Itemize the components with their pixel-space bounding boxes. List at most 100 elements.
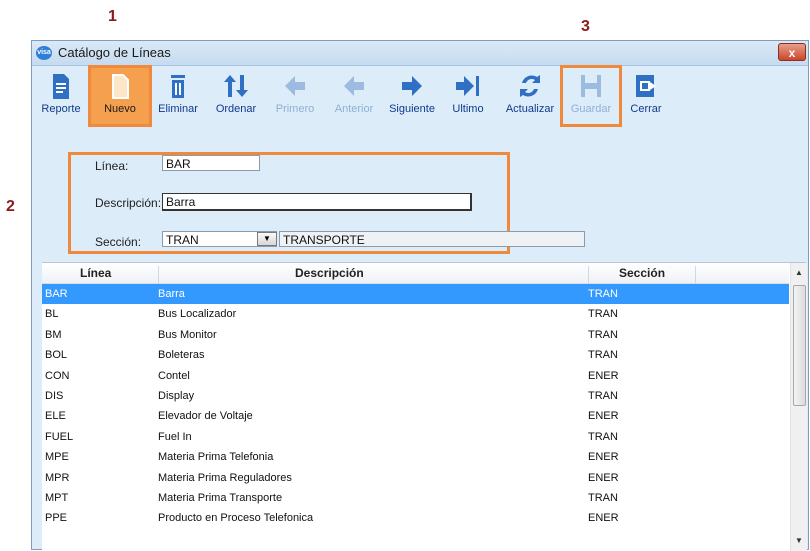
column-separator[interactable] xyxy=(588,266,589,286)
grid-rows: BAR Barra TRAN BL Bus Localizador TRAN BM Bus M… xyxy=(42,284,789,529)
save-disk-icon xyxy=(581,75,601,97)
cell-linea: BAR xyxy=(45,288,68,300)
seccion-label: Sección: xyxy=(95,235,142,249)
cell-seccion: TRAN xyxy=(588,491,618,504)
primero-button[interactable]: Primero xyxy=(272,69,318,123)
cell-seccion: ENER xyxy=(588,471,619,484)
first-arrow-icon xyxy=(285,76,305,96)
cell-linea: BL xyxy=(45,308,59,321)
cell-linea: BOL xyxy=(45,349,68,362)
siguiente-button[interactable]: Siguiente xyxy=(384,69,440,123)
cell-descripcion: Materia Prima Telefonia xyxy=(158,451,274,464)
chevron-down-icon[interactable]: ▼ xyxy=(257,232,277,246)
cell-seccion: ENER xyxy=(588,451,619,464)
report-icon xyxy=(53,74,69,99)
exit-icon xyxy=(636,75,656,97)
window-title: Catálogo de Líneas xyxy=(58,45,171,60)
cell-descripcion: Materia Prima Transporte xyxy=(158,491,283,504)
column-seccion-header[interactable]: Sección xyxy=(619,266,665,280)
catalog-window: visa Catálogo de Líneas x Reporte Nuevo … xyxy=(31,40,809,551)
cell-seccion: ENER xyxy=(588,410,619,423)
cell-seccion: ENER xyxy=(588,369,619,382)
new-document-icon xyxy=(112,74,129,99)
actualizar-label: Actualizar xyxy=(505,103,555,115)
table-row[interactable]: MPE Materia Prima Telefonia ENER xyxy=(42,447,789,467)
linea-input[interactable]: BAR xyxy=(162,155,260,171)
cell-seccion: ENER xyxy=(588,512,619,525)
ultimo-label: Ultimo xyxy=(452,103,484,115)
cell-linea: MPE xyxy=(45,451,69,464)
eliminar-button[interactable]: Eliminar xyxy=(152,69,204,123)
edit-form: Línea: BAR Descripción: Barra Sección: T… xyxy=(42,137,796,257)
seccion-description: TRANSPORTE xyxy=(279,231,585,247)
table-row[interactable]: PPE Producto en Proceso Telefonica ENER xyxy=(42,508,789,528)
eliminar-label: Eliminar xyxy=(158,103,198,115)
table-row[interactable]: FUEL Fuel In TRAN xyxy=(42,427,789,447)
cell-linea: BM xyxy=(45,328,62,341)
previous-arrow-icon xyxy=(344,76,364,96)
close-window-button[interactable]: x xyxy=(778,43,806,61)
next-arrow-icon xyxy=(402,76,422,96)
cell-linea: PPE xyxy=(45,512,68,525)
scroll-up-icon[interactable]: ▲ xyxy=(791,265,807,281)
column-separator[interactable] xyxy=(695,266,696,286)
actualizar-button[interactable]: Actualizar xyxy=(502,69,558,123)
sort-icon xyxy=(224,75,248,97)
cell-descripcion: Fuel In xyxy=(158,430,192,443)
cell-seccion: TRAN xyxy=(588,430,618,443)
lines-grid: Línea Descripción Sección BAR Barra TRAN BL… xyxy=(42,262,807,551)
table-row[interactable]: CON Contel ENER xyxy=(42,366,789,386)
cell-linea: CON xyxy=(45,369,70,382)
table-row[interactable]: DIS Display TRAN xyxy=(42,386,789,406)
trash-icon xyxy=(171,75,185,98)
cell-seccion: TRAN xyxy=(588,328,618,341)
scroll-thumb[interactable] xyxy=(793,285,806,406)
table-row[interactable]: BOL Boleteras TRAN xyxy=(42,345,789,365)
cell-descripcion: Bus Monitor xyxy=(158,328,217,341)
toolbar: Reporte Nuevo Eliminar Ordenar Primero A… xyxy=(32,65,808,127)
descripcion-label: Descripción: xyxy=(95,196,162,210)
cell-descripcion: Barra xyxy=(158,288,185,300)
descripcion-input[interactable]: Barra xyxy=(162,193,472,211)
cerrar-button[interactable]: Cerrar xyxy=(626,69,666,123)
anterior-button[interactable]: Anterior xyxy=(330,69,378,123)
siguiente-label: Siguiente xyxy=(389,103,435,115)
table-row[interactable]: BM Bus Monitor TRAN xyxy=(42,325,789,345)
ordenar-label: Ordenar xyxy=(215,103,257,115)
reporte-button[interactable]: Reporte xyxy=(36,69,86,123)
grid-header: Línea Descripción Sección xyxy=(42,263,789,286)
cell-descripcion: Producto en Proceso Telefonica xyxy=(158,512,314,525)
ordenar-button[interactable]: Ordenar xyxy=(210,69,262,123)
step-marker-1: 1 xyxy=(108,8,117,25)
cell-seccion: TRAN xyxy=(588,288,618,300)
vertical-scrollbar[interactable]: ▲ ▼ xyxy=(790,263,807,551)
cell-linea: ELE xyxy=(45,410,66,423)
step-marker-2: 2 xyxy=(6,198,15,215)
cerrar-label: Cerrar xyxy=(630,103,662,115)
ultimo-button[interactable]: Ultimo xyxy=(448,69,488,123)
column-separator[interactable] xyxy=(158,266,159,286)
table-row[interactable]: MPR Materia Prima Reguladores ENER xyxy=(42,468,789,488)
cell-descripcion: Contel xyxy=(158,369,190,382)
linea-label: Línea: xyxy=(95,159,129,173)
nuevo-label: Nuevo xyxy=(104,103,136,115)
table-row[interactable]: MPT Materia Prima Transporte TRAN xyxy=(42,488,789,508)
cell-descripcion: Materia Prima Reguladores xyxy=(158,471,292,484)
table-row[interactable]: ELE Elevador de Voltaje ENER xyxy=(42,406,789,426)
cell-seccion: TRAN xyxy=(588,389,618,402)
app-icon: visa xyxy=(36,46,52,60)
last-arrow-icon xyxy=(456,76,479,96)
guardar-button[interactable]: Guardar xyxy=(564,69,618,123)
cell-linea: MPT xyxy=(45,491,69,504)
column-descripcion-header[interactable]: Descripción xyxy=(295,266,364,280)
title-bar[interactable]: visa Catálogo de Líneas x xyxy=(32,41,808,66)
scroll-down-icon[interactable]: ▼ xyxy=(791,533,807,549)
cell-descripcion: Boleteras xyxy=(158,349,205,362)
cell-seccion: TRAN xyxy=(588,349,618,362)
refresh-icon xyxy=(520,75,540,97)
nuevo-button[interactable]: Nuevo xyxy=(92,69,148,123)
table-row[interactable]: BAR Barra TRAN xyxy=(42,284,789,305)
column-linea-header[interactable]: Línea xyxy=(80,266,111,280)
cell-linea: DIS xyxy=(45,389,64,402)
table-row[interactable]: BL Bus Localizador TRAN xyxy=(42,304,789,324)
